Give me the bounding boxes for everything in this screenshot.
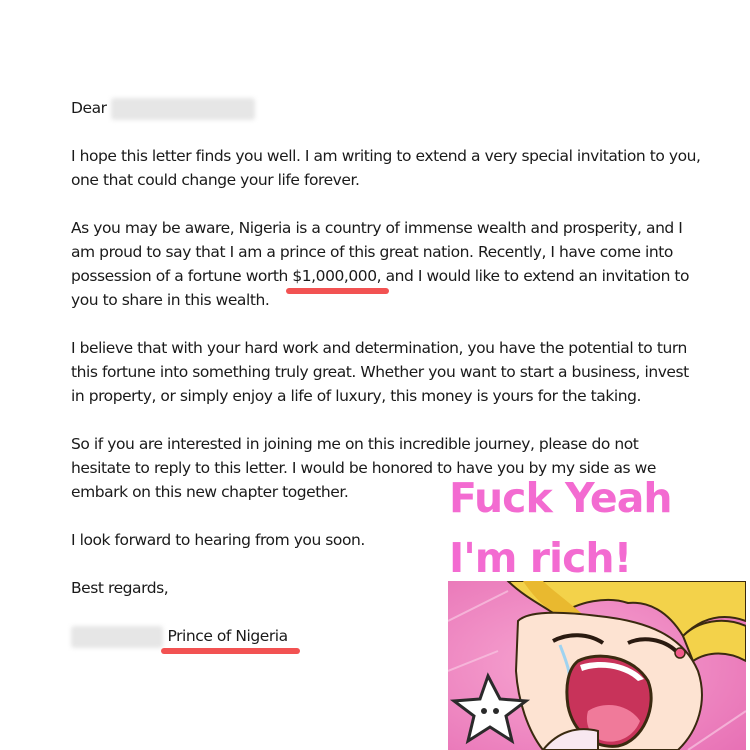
fortune-amount: $1,000,000 [292,267,377,285]
signature-title: Prince of Nigeria [167,627,288,645]
meme-caption-line-2: I'm rich! [449,534,632,582]
anime-girl-shocked-image [448,581,746,750]
greeting-text: Dear [71,99,107,117]
meme-caption-line-1: Fuck Yeah [449,474,673,522]
redacted-recipient-name [111,97,256,120]
paragraph-1: I hope this letter finds you well. I am … [71,147,701,189]
anime-girl-illustration [448,581,746,750]
redacted-sender-name [71,625,163,648]
paragraph-3: I believe that with your hard work and d… [71,339,689,405]
greeting-line: Dear [71,96,701,120]
paragraph-2: As you may be aware, Nigeria is a countr… [71,216,701,312]
